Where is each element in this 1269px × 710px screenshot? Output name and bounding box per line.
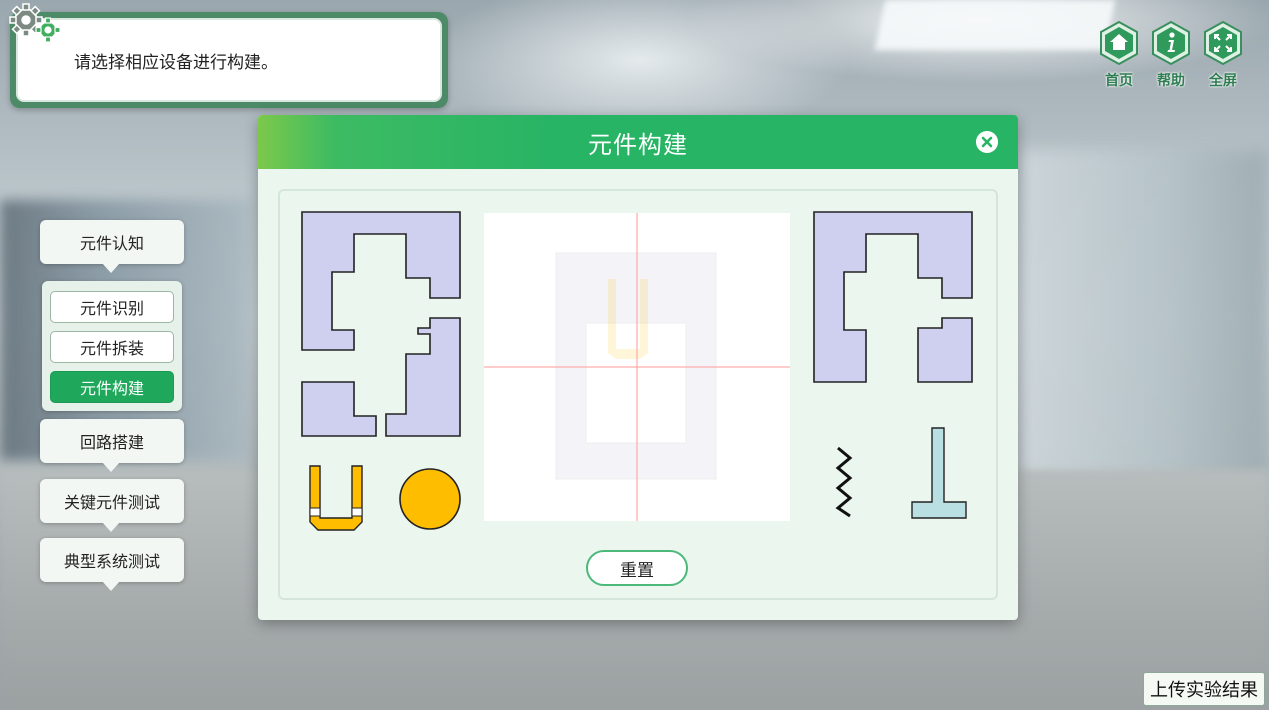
side-menu: 元件认知 元件识别 元件拆装 元件构建 回路搭建 关键元件测试 典型系统测试 — [40, 220, 184, 591]
dialog-title: 元件构建 — [588, 130, 688, 159]
info-icon — [1152, 20, 1190, 66]
top-nav: 首页 帮助 全屏 — [1097, 20, 1245, 90]
part-valve-body-lower[interactable] — [301, 381, 377, 437]
sub-item-identify[interactable]: 元件识别 — [50, 291, 174, 323]
tab-component-recognition[interactable]: 元件认知 — [40, 220, 184, 273]
nav-home-label: 首页 — [1105, 73, 1133, 89]
sub-item-disassemble[interactable]: 元件拆装 — [50, 331, 174, 363]
part-spool-u[interactable] — [309, 465, 363, 531]
part-push-rod[interactable] — [911, 427, 967, 519]
right-parts-palette — [813, 211, 973, 519]
nav-home[interactable]: 首页 — [1097, 20, 1141, 90]
part-spring[interactable] — [835, 446, 853, 518]
reset-button[interactable]: 重置 — [586, 550, 688, 586]
instruction-inner: 请选择相应设备进行构建。 — [16, 18, 442, 102]
fullscreen-icon — [1204, 20, 1242, 66]
build-canvas[interactable] — [484, 213, 790, 521]
background-wall-right — [1019, 150, 1269, 480]
nav-fullscreen-label: 全屏 — [1209, 73, 1237, 89]
sub-item-build[interactable]: 元件构建 — [50, 371, 174, 403]
upload-results-button[interactable]: 上传实验结果 — [1143, 672, 1265, 706]
nav-help[interactable]: 帮助 — [1149, 20, 1193, 90]
instruction-text: 请选择相应设备进行构建。 — [74, 52, 278, 73]
tab-key-component-test[interactable]: 关键元件测试 — [40, 479, 184, 532]
close-icon[interactable] — [976, 131, 998, 153]
part-cover-lower[interactable] — [917, 317, 973, 383]
dialog-header: 元件构建 — [258, 115, 1018, 169]
gears-icon — [9, 3, 61, 43]
instruction-panel: 请选择相应设备进行构建。 — [10, 12, 448, 108]
home-icon — [1100, 20, 1138, 66]
part-ball[interactable] — [399, 468, 461, 530]
tab-typical-system-test[interactable]: 典型系统测试 — [40, 538, 184, 591]
tab-circuit-building[interactable]: 回路搭建 — [40, 419, 184, 472]
left-parts-palette — [301, 211, 461, 531]
sub-menu-panel: 元件识别 元件拆装 元件构建 — [42, 281, 182, 411]
nav-help-label: 帮助 — [1157, 73, 1185, 89]
nav-fullscreen[interactable]: 全屏 — [1201, 20, 1245, 90]
background-ceiling-light — [874, 0, 1116, 50]
part-valve-body-right[interactable] — [385, 317, 461, 437]
